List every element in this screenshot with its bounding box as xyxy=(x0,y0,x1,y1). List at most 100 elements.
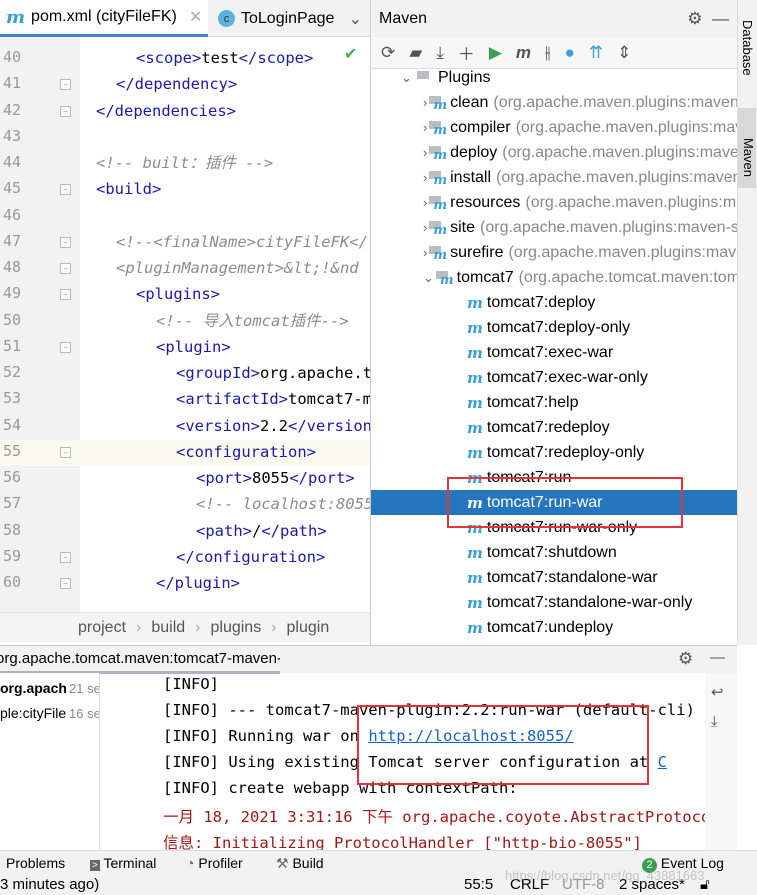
code-token: <!-- 导入tomcat插件--> xyxy=(156,311,349,330)
tree-goal[interactable]: m tomcat7:shutdown xyxy=(371,540,737,565)
tree-plugin-site[interactable]: ›msite(org.apache.maven.plugins:maven-si… xyxy=(371,215,737,240)
breadcrumb-item[interactable]: project xyxy=(78,619,126,637)
profiler-tab[interactable]: ◔ Profiler xyxy=(186,855,243,871)
tab-pom-xml[interactable]: m pom.xml (cityFileFK) ✕ xyxy=(0,0,208,37)
code-line: </configuration> xyxy=(176,547,325,567)
gear-icon[interactable]: ⚙ xyxy=(687,9,702,28)
plugin-icon: m xyxy=(427,118,448,138)
run-tree-item[interactable]: org.apache.to21 sec xyxy=(0,680,99,696)
breadcrumb-item[interactable]: plugins xyxy=(211,619,262,637)
line-number: 59 xyxy=(3,546,22,565)
run-icon[interactable]: ▶ xyxy=(489,43,502,63)
tree-plugins[interactable]: ⌄ Plugins xyxy=(371,65,737,90)
run-tree-item[interactable]: ple:cityFileFK16 sec xyxy=(0,705,99,721)
maven-goal-icon: m xyxy=(467,343,483,362)
run-tab[interactable]: org.apache.tomcat.maven:tomcat7-maven-pl… xyxy=(0,646,280,674)
console-text: [INFO] Running war on xyxy=(163,727,369,745)
code-line: <build> xyxy=(96,179,161,199)
tree-goal[interactable]: m tomcat7:deploy xyxy=(371,290,737,315)
code-token: org.apache.tomcat.maven xyxy=(260,364,370,382)
tree-goal[interactable]: m tomcat7:redeploy xyxy=(371,415,737,440)
code-token: </plugin> xyxy=(156,574,240,592)
caret-position[interactable]: 55:5 xyxy=(464,876,493,893)
fold-icon[interactable]: − xyxy=(60,79,71,91)
collapse-icon[interactable]: ⇕ xyxy=(617,43,631,63)
code-line: <pluginManagement>&lt;!&nd xyxy=(116,258,359,278)
fold-icon[interactable]: − xyxy=(60,184,71,196)
profiler-icon: ◔ xyxy=(186,855,195,871)
code-token: <pluginManagement>&lt;!&nd xyxy=(116,259,359,277)
tree-plugin-tomcat7[interactable]: ⌄mtomcat7(org.apache.tomcat.maven:tomcat… xyxy=(371,265,737,290)
line-number: 46 xyxy=(3,205,22,224)
fold-icon[interactable]: − xyxy=(60,446,71,458)
fold-icon[interactable]: − xyxy=(60,341,71,353)
chevron-right-icon: › xyxy=(195,618,201,636)
fold-icon[interactable]: − xyxy=(60,289,71,301)
tree-plugin-compiler[interactable]: ›mcompiler(org.apache.maven.plugins:mave… xyxy=(371,115,737,140)
download-icon[interactable]: ⤓ xyxy=(436,43,444,63)
tree-goal[interactable]: m tomcat7:exec-war xyxy=(371,340,737,365)
minimize-icon[interactable]: — xyxy=(712,9,729,28)
code-line: <!-- built：插件 --> xyxy=(96,153,273,173)
fold-icon[interactable]: − xyxy=(60,236,71,248)
tab-tologinpage[interactable]: c ToLoginPage ⌄ xyxy=(212,0,368,37)
tree-plugin-resources[interactable]: ›mresources(org.apache.maven.plugins:mav… xyxy=(371,190,737,215)
code-token: </configuration> xyxy=(176,547,326,566)
breadcrumb-item[interactable]: build xyxy=(151,619,185,637)
line-number: 41 xyxy=(3,74,22,93)
add-icon[interactable]: ＋ xyxy=(458,40,475,65)
plugin-icon: m xyxy=(427,193,448,213)
database-tab[interactable]: Database xyxy=(740,20,755,76)
chevron-down-icon[interactable]: ⌄ xyxy=(349,9,362,29)
generate-sources-icon[interactable]: ▰ xyxy=(409,43,422,63)
console-text: [INFO] xyxy=(163,675,219,693)
editor-tabs: m pom.xml (cityFileFK) ✕ c ToLoginPage ⌄ xyxy=(0,0,370,37)
chevron-right-icon: › xyxy=(136,618,142,636)
fold-icon[interactable]: − xyxy=(60,551,71,563)
tree-goal[interactable]: m tomcat7:redeploy-only xyxy=(371,440,737,465)
code-token: <groupId> xyxy=(176,364,260,382)
scroll-to-end-icon[interactable]: ⤓ xyxy=(711,713,718,730)
maven-goal-icon[interactable]: m xyxy=(516,43,531,63)
terminal-tab[interactable]: > Terminal xyxy=(90,855,156,871)
soft-wrap-icon[interactable]: ↩ xyxy=(711,683,724,701)
tree-goal[interactable]: m tomcat7:standalone-war-only xyxy=(371,590,737,615)
maven-tab[interactable]: Maven xyxy=(738,108,756,188)
offline-icon[interactable]: ● xyxy=(565,43,575,63)
tree-plugin-install[interactable]: ›minstall(org.apache.maven.plugins:maven… xyxy=(371,165,737,190)
tree-goal[interactable]: m tomcat7:deploy-only xyxy=(371,315,737,340)
build-tab[interactable]: ⚒ Build xyxy=(276,855,324,872)
code-token: </scope> xyxy=(238,49,314,67)
code-token: <!--<finalName>cityFileFK</finalName> xyxy=(116,232,370,251)
fold-icon[interactable]: − xyxy=(60,105,71,117)
line-number: 49 xyxy=(3,284,22,303)
fold-icon[interactable]: − xyxy=(60,578,71,589)
console-text: 信息: Initializing ProtocolHandler ["http-… xyxy=(163,834,642,850)
problems-tab[interactable]: Problems xyxy=(6,855,65,871)
breadcrumb-item[interactable]: plugin xyxy=(287,619,330,637)
console-link[interactable]: C xyxy=(658,753,667,771)
code-token: </dependency> xyxy=(116,75,238,94)
tree-goal[interactable]: m tomcat7:exec-war-only xyxy=(371,365,737,390)
tree-plugin-surefire[interactable]: ›msurefire(org.apache.maven.plugins:mave… xyxy=(371,240,737,265)
tree-goal[interactable]: m tomcat7:help xyxy=(371,390,737,415)
skip-tests-icon[interactable]: ⫲ xyxy=(545,43,551,63)
code-editor[interactable]: <scope>test</scope> </dependency> </depend… xyxy=(80,37,370,612)
fold-icon[interactable]: − xyxy=(60,263,71,274)
line-number: 60 xyxy=(3,573,22,591)
minimize-icon[interactable]: — xyxy=(710,649,725,666)
check-icon: ✔ xyxy=(344,46,358,63)
tree-goal[interactable]: m tomcat7:undeploy xyxy=(371,615,737,640)
line-number: 56 xyxy=(3,468,22,486)
breadcrumb: project › build › plugins › plugin xyxy=(0,612,370,642)
tree-goal[interactable]: m tomcat7:standalone-war xyxy=(371,565,737,590)
gear-icon[interactable]: ⚙ xyxy=(678,649,693,669)
show-dependencies-icon[interactable]: ⇈ xyxy=(589,43,603,63)
tree-plugin-clean[interactable]: ›mclean(org.apache.maven.plugins:maven-c… xyxy=(371,90,737,115)
code-line: <path>/</path> xyxy=(196,521,327,541)
tree-plugin-deploy[interactable]: ›mdeploy(org.apache.maven.plugins:maven-… xyxy=(371,140,737,165)
run-time: 21 sec xyxy=(69,681,99,696)
plugin-icon: m xyxy=(427,93,448,113)
close-tab-icon[interactable]: ✕ xyxy=(189,7,202,27)
reload-icon[interactable]: ⟳ xyxy=(381,43,395,63)
